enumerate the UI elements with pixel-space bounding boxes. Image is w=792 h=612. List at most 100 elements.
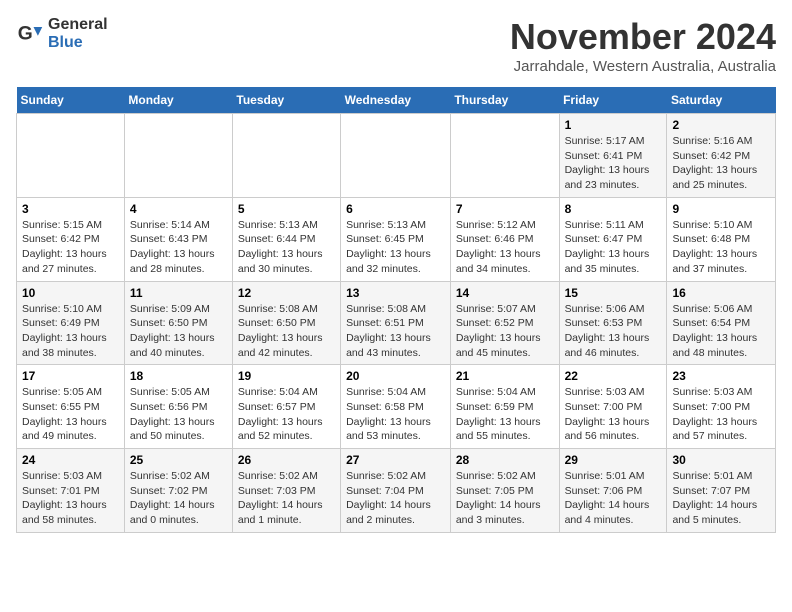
day-number: 27: [346, 453, 445, 467]
day-detail: Sunrise: 5:03 AMSunset: 7:01 PMDaylight:…: [22, 469, 119, 528]
calendar-cell-w0-d0: [17, 114, 125, 198]
day-detail: Sunrise: 5:05 AMSunset: 6:56 PMDaylight:…: [130, 385, 227, 444]
day-number: 14: [456, 286, 554, 300]
day-number: 26: [238, 453, 335, 467]
day-detail: Sunrise: 5:04 AMSunset: 6:58 PMDaylight:…: [346, 385, 445, 444]
day-detail: Sunrise: 5:10 AMSunset: 6:48 PMDaylight:…: [672, 218, 770, 277]
calendar-cell-w1-d5: 8Sunrise: 5:11 AMSunset: 6:47 PMDaylight…: [559, 197, 667, 281]
calendar-cell-w3-d2: 19Sunrise: 5:04 AMSunset: 6:57 PMDayligh…: [232, 365, 340, 449]
calendar-cell-w3-d1: 18 Sunrise: 5:05 AMSunset: 6:56 PMDayligh…: [124, 365, 232, 449]
day-number: 16: [672, 286, 770, 300]
calendar-cell-w1-d0: 3 Sunrise: 5:15 AMSunset: 6:42 PMDaylight…: [17, 197, 125, 281]
day-number: 22: [565, 369, 662, 383]
calendar-cell-w3-d6: 23 Sunrise: 5:03 AMSunset: 7:00 PMDayligh…: [667, 365, 776, 449]
logo-text: General Blue: [48, 16, 108, 51]
day-detail: Sunrise: 5:12 AMSunset: 6:46 PMDaylight:…: [456, 218, 554, 277]
day-number: 17: [22, 369, 119, 383]
header-thursday: Thursday: [450, 87, 559, 114]
day-detail: Sunrise: 5:08 AMSunset: 6:50 PMDaylight:…: [238, 302, 335, 361]
calendar-week-2: 10Sunrise: 5:10 AMSunset: 6:49 PMDayligh…: [17, 281, 776, 365]
day-detail: Sunrise: 5:10 AMSunset: 6:49 PMDaylight:…: [22, 302, 119, 361]
day-number: 4: [130, 202, 227, 216]
page-header: G General Blue November 2024 Jarrahdale,…: [16, 16, 776, 75]
calendar-cell-w2-d2: 12 Sunrise: 5:08 AMSunset: 6:50 PMDayligh…: [232, 281, 340, 365]
header-friday: Friday: [559, 87, 667, 114]
day-number: 20: [346, 369, 445, 383]
day-detail: Sunrise: 5:14 AMSunset: 6:43 PMDaylight:…: [130, 218, 227, 277]
calendar-cell-w0-d4: [450, 114, 559, 198]
logo-general: General: [48, 16, 108, 34]
day-number: 28: [456, 453, 554, 467]
svg-text:G: G: [18, 23, 33, 44]
calendar-cell-w3-d4: 21 Sunrise: 5:04 AMSunset: 6:59 PMDayligh…: [450, 365, 559, 449]
calendar-cell-w0-d3: [341, 114, 451, 198]
day-detail: Sunrise: 5:02 AMSunset: 7:04 PMDaylight:…: [346, 469, 445, 528]
day-number: 29: [565, 453, 662, 467]
header-tuesday: Tuesday: [232, 87, 340, 114]
logo: G General Blue: [16, 16, 108, 51]
calendar-week-3: 17 Sunrise: 5:05 AMSunset: 6:55 PMDayligh…: [17, 365, 776, 449]
day-detail: Sunrise: 5:03 AMSunset: 7:00 PMDaylight:…: [565, 385, 662, 444]
day-detail: Sunrise: 5:05 AMSunset: 6:55 PMDaylight:…: [22, 385, 119, 444]
header-wednesday: Wednesday: [341, 87, 451, 114]
calendar-cell-w1-d6: 9Sunrise: 5:10 AMSunset: 6:48 PMDaylight…: [667, 197, 776, 281]
day-detail: Sunrise: 5:02 AMSunset: 7:02 PMDaylight:…: [130, 469, 227, 528]
day-detail: Sunrise: 5:04 AMSunset: 6:57 PMDaylight:…: [238, 385, 335, 444]
day-number: 12: [238, 286, 335, 300]
calendar-week-1: 3 Sunrise: 5:15 AMSunset: 6:42 PMDaylight…: [17, 197, 776, 281]
day-number: 3: [22, 202, 119, 216]
header-sunday: Sunday: [17, 87, 125, 114]
calendar-cell-w4-d5: 29 Sunrise: 5:01 AMSunset: 7:06 PMDayligh…: [559, 449, 667, 533]
day-number: 1: [565, 118, 662, 132]
calendar-header: Sunday Monday Tuesday Wednesday Thursday…: [17, 87, 776, 114]
title-block: November 2024 Jarrahdale, Western Austra…: [510, 16, 776, 75]
subtitle: Jarrahdale, Western Australia, Australia: [510, 58, 776, 75]
calendar-cell-w3-d0: 17 Sunrise: 5:05 AMSunset: 6:55 PMDayligh…: [17, 365, 125, 449]
calendar-cell-w0-d1: [124, 114, 232, 198]
calendar-cell-w2-d4: 14 Sunrise: 5:07 AMSunset: 6:52 PMDayligh…: [450, 281, 559, 365]
calendar-cell-w1-d4: 7 Sunrise: 5:12 AMSunset: 6:46 PMDaylight…: [450, 197, 559, 281]
calendar-cell-w2-d3: 13 Sunrise: 5:08 AMSunset: 6:51 PMDayligh…: [341, 281, 451, 365]
day-number: 11: [130, 286, 227, 300]
day-detail: Sunrise: 5:06 AMSunset: 6:54 PMDaylight:…: [672, 302, 770, 361]
calendar-cell-w2-d0: 10Sunrise: 5:10 AMSunset: 6:49 PMDayligh…: [17, 281, 125, 365]
day-detail: Sunrise: 5:15 AMSunset: 6:42 PMDaylight:…: [22, 218, 119, 277]
day-number: 21: [456, 369, 554, 383]
day-number: 30: [672, 453, 770, 467]
day-detail: Sunrise: 5:08 AMSunset: 6:51 PMDaylight:…: [346, 302, 445, 361]
calendar-week-4: 24Sunrise: 5:03 AMSunset: 7:01 PMDayligh…: [17, 449, 776, 533]
day-number: 6: [346, 202, 445, 216]
day-number: 7: [456, 202, 554, 216]
day-number: 25: [130, 453, 227, 467]
day-number: 18: [130, 369, 227, 383]
day-detail: Sunrise: 5:13 AMSunset: 6:45 PMDaylight:…: [346, 218, 445, 277]
day-detail: Sunrise: 5:01 AMSunset: 7:07 PMDaylight:…: [672, 469, 770, 528]
day-detail: Sunrise: 5:09 AMSunset: 6:50 PMDaylight:…: [130, 302, 227, 361]
day-detail: Sunrise: 5:03 AMSunset: 7:00 PMDaylight:…: [672, 385, 770, 444]
calendar-week-0: 1Sunrise: 5:17 AMSunset: 6:41 PMDaylight…: [17, 114, 776, 198]
header-saturday: Saturday: [667, 87, 776, 114]
calendar-cell-w2-d1: 11 Sunrise: 5:09 AMSunset: 6:50 PMDayligh…: [124, 281, 232, 365]
calendar-cell-w4-d3: 27 Sunrise: 5:02 AMSunset: 7:04 PMDayligh…: [341, 449, 451, 533]
day-number: 13: [346, 286, 445, 300]
day-number: 8: [565, 202, 662, 216]
calendar-cell-w4-d0: 24Sunrise: 5:03 AMSunset: 7:01 PMDayligh…: [17, 449, 125, 533]
calendar-cell-w4-d2: 26Sunrise: 5:02 AMSunset: 7:03 PMDayligh…: [232, 449, 340, 533]
logo-blue: Blue: [48, 34, 108, 52]
day-detail: Sunrise: 5:02 AMSunset: 7:05 PMDaylight:…: [456, 469, 554, 528]
day-detail: Sunrise: 5:07 AMSunset: 6:52 PMDaylight:…: [456, 302, 554, 361]
calendar-cell-w4-d4: 28 Sunrise: 5:02 AMSunset: 7:05 PMDayligh…: [450, 449, 559, 533]
calendar-cell-w1-d1: 4 Sunrise: 5:14 AMSunset: 6:43 PMDaylight…: [124, 197, 232, 281]
day-detail: Sunrise: 5:01 AMSunset: 7:06 PMDaylight:…: [565, 469, 662, 528]
day-number: 23: [672, 369, 770, 383]
calendar-body: 1Sunrise: 5:17 AMSunset: 6:41 PMDaylight…: [17, 114, 776, 533]
header-row: Sunday Monday Tuesday Wednesday Thursday…: [17, 87, 776, 114]
calendar-cell-w0-d6: 2Sunrise: 5:16 AMSunset: 6:42 PMDaylight…: [667, 114, 776, 198]
calendar-cell-w4-d1: 25 Sunrise: 5:02 AMSunset: 7:02 PMDayligh…: [124, 449, 232, 533]
calendar-cell-w1-d3: 6 Sunrise: 5:13 AMSunset: 6:45 PMDaylight…: [341, 197, 451, 281]
day-detail: Sunrise: 5:04 AMSunset: 6:59 PMDaylight:…: [456, 385, 554, 444]
calendar-cell-w2-d6: 16 Sunrise: 5:06 AMSunset: 6:54 PMDayligh…: [667, 281, 776, 365]
day-detail: Sunrise: 5:16 AMSunset: 6:42 PMDaylight:…: [672, 134, 770, 193]
calendar-table: Sunday Monday Tuesday Wednesday Thursday…: [16, 87, 776, 533]
day-number: 5: [238, 202, 335, 216]
